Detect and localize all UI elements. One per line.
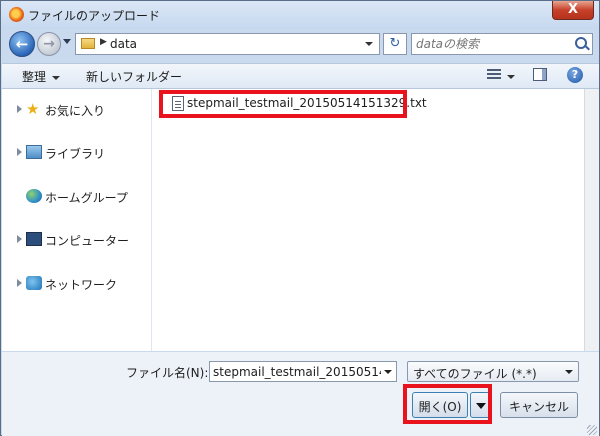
help-button[interactable]: ?: [567, 67, 583, 83]
organize-label: 整理: [22, 70, 47, 84]
expand-arrow-icon[interactable]: [17, 148, 22, 156]
refresh-button[interactable]: ↻: [383, 33, 407, 55]
network-icon: [26, 276, 42, 290]
filename-combobox[interactable]: [209, 361, 397, 382]
search-icon[interactable]: [575, 37, 587, 49]
organize-button[interactable]: 整理: [22, 68, 61, 85]
address-bar[interactable]: ▶ data: [75, 33, 380, 55]
computer-icon: [26, 232, 42, 246]
expand-arrow-icon[interactable]: [17, 105, 22, 113]
preview-pane-icon[interactable]: [533, 68, 547, 81]
file-highlight-box: [159, 90, 407, 118]
breadcrumb-separator-icon[interactable]: ▶: [100, 37, 107, 47]
forward-button[interactable]: →: [37, 32, 61, 56]
cancel-button[interactable]: キャンセル: [500, 392, 578, 418]
address-dropdown-icon[interactable]: [365, 42, 373, 46]
file-upload-dialog: ファイルのアップロード X ← → ▶ data ↻ 整理 新しいフォルダー ?: [0, 0, 600, 436]
sidebar-item-network[interactable]: ネットワーク: [2, 273, 151, 293]
filetype-label: すべてのファイル (*.*): [413, 367, 537, 381]
firefox-icon: [9, 7, 24, 22]
chevron-down-icon: [565, 370, 573, 374]
sidebar-item-label: ライブラリ: [45, 147, 106, 161]
view-options-dropdown-icon[interactable]: [507, 75, 515, 79]
filename-dropdown-icon[interactable]: [384, 370, 392, 374]
sidebar-item-computer[interactable]: コンピューター: [2, 229, 151, 249]
sidebar-item-label: コンピューター: [45, 234, 130, 248]
sidebar-item-label: お気に入り: [45, 104, 106, 118]
star-icon: ★: [26, 100, 40, 118]
back-button[interactable]: ←: [9, 31, 35, 57]
cancel-button-label: キャンセル: [508, 400, 569, 414]
sidebar-item-homegroup[interactable]: ホームグループ: [2, 186, 151, 206]
change-view-icon[interactable]: [487, 68, 501, 81]
history-dropdown-icon[interactable]: [63, 39, 71, 44]
window-title: ファイルのアップロード: [28, 9, 161, 23]
library-icon: [26, 145, 42, 159]
homegroup-icon: [26, 189, 42, 203]
file-list: stepmail_testmail_20150514151329.txt: [152, 89, 584, 351]
command-toolbar: 整理 新しいフォルダー ?: [2, 63, 599, 89]
search-input[interactable]: [416, 36, 566, 52]
folder-icon: [81, 38, 95, 49]
close-button[interactable]: X: [552, 1, 594, 20]
navigation-pane: ★ お気に入り ライブラリ ホームグループ コンピューター ネットワーク: [2, 89, 152, 351]
navigation-bar: ← → ▶ data ↻: [1, 29, 599, 61]
sidebar-item-libraries[interactable]: ライブラリ: [2, 142, 151, 162]
search-box[interactable]: [411, 33, 593, 55]
filetype-select[interactable]: すべてのファイル (*.*): [407, 361, 579, 382]
chevron-down-icon: [52, 75, 61, 80]
filename-label: ファイル名(N):: [126, 366, 209, 380]
dialog-footer: ファイル名(N): すべてのファイル (*.*) 開く(O) キャンセル: [2, 352, 599, 436]
title-bar[interactable]: ファイルのアップロード X: [1, 1, 599, 29]
breadcrumb-data[interactable]: data: [110, 37, 137, 51]
expand-arrow-icon[interactable]: [17, 235, 22, 243]
resize-grip-icon[interactable]: [587, 425, 597, 435]
filename-input[interactable]: [213, 364, 381, 380]
expand-arrow-icon[interactable]: [17, 279, 22, 287]
sidebar-item-label: ネットワーク: [45, 278, 118, 292]
sidebar-item-favorites[interactable]: ★ お気に入り: [2, 99, 151, 119]
vertical-scrollbar[interactable]: [584, 89, 599, 351]
sidebar-item-label: ホームグループ: [45, 191, 128, 205]
open-button-highlight-box: [403, 384, 492, 424]
new-folder-button[interactable]: 新しいフォルダー: [86, 68, 182, 85]
